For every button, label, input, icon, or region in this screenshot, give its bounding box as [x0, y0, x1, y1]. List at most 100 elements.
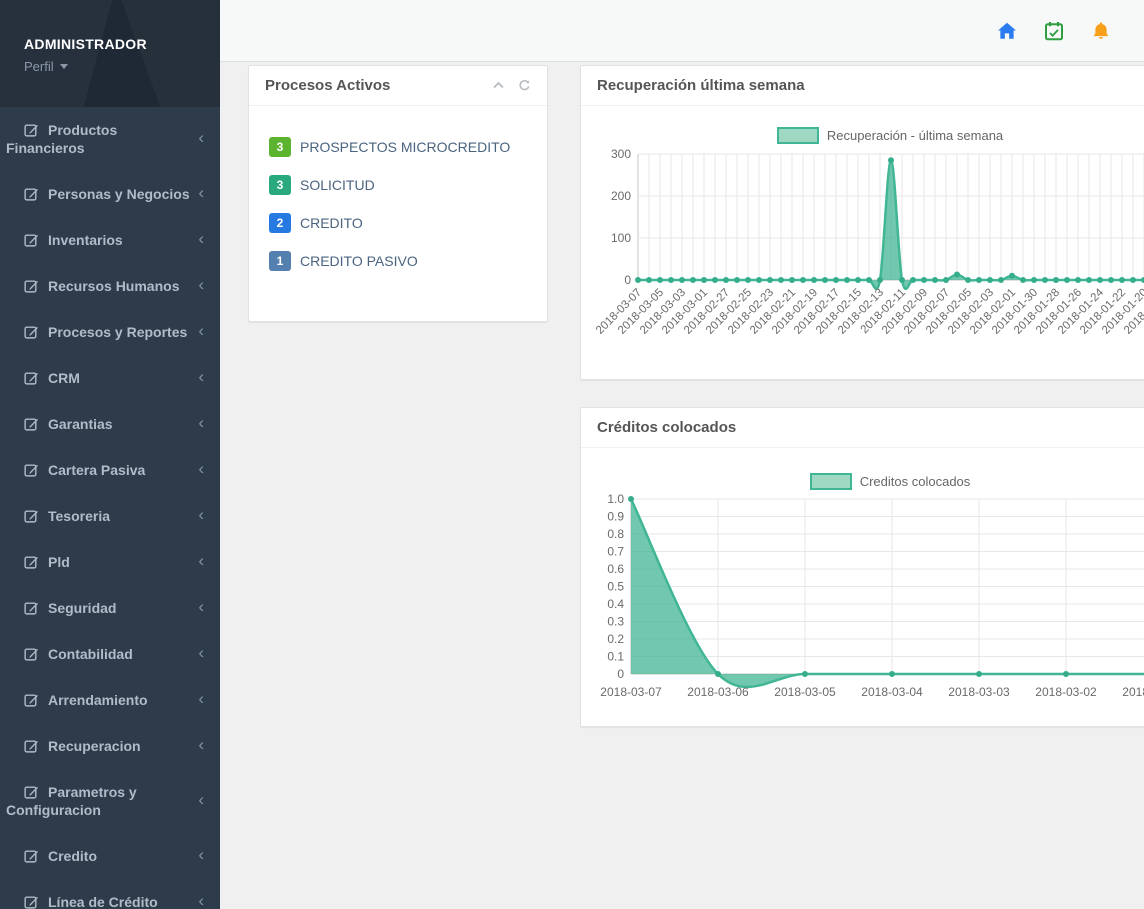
- process-label: PROSPECTOS MICROCREDITO: [300, 139, 510, 155]
- chevron-left-icon: ‹: [198, 738, 204, 752]
- process-count-badge: 1: [269, 251, 291, 271]
- sidebar-item-procesos-y-reportes[interactable]: Procesos y Reportes ‹: [0, 309, 220, 355]
- process-item-prospectos-microcredito[interactable]: 3 PROSPECTOS MICROCREDITO: [269, 128, 547, 166]
- sidebar-item-label: Credito: [48, 848, 97, 864]
- sidebar-item-garantias[interactable]: Garantias ‹: [0, 401, 220, 447]
- panel-header: Recuperación última semana: [581, 66, 1144, 106]
- refresh-icon[interactable]: [518, 79, 531, 92]
- svg-text:0: 0: [624, 273, 631, 287]
- sidebar-item-recuperacion[interactable]: Recuperacion ‹: [0, 723, 220, 769]
- panel-title: Recuperación última semana: [597, 77, 805, 94]
- admin-title: ADMINISTRADOR: [24, 36, 220, 52]
- sidebar-menu: Productos Financieros‹Personas y Negocio…: [0, 107, 220, 909]
- sidebar-item-label: Contabilidad: [48, 646, 133, 662]
- chevron-left-icon: ‹: [198, 600, 204, 614]
- sidebar-item-crm[interactable]: CRM‹: [0, 355, 220, 401]
- svg-text:0.4: 0.4: [607, 597, 624, 611]
- sidebar-item-arrendamiento[interactable]: Arrendamiento‹: [0, 677, 220, 723]
- sidebar-item-personas-y-negocios[interactable]: Personas y Negocios‹: [0, 171, 220, 217]
- edit-icon: [24, 416, 39, 431]
- process-count-badge: 2: [269, 213, 291, 233]
- main-area: Procesos Activos 3 PROSPECTOS MICROCREDIT…: [220, 0, 1144, 909]
- profile-dropdown[interactable]: Perfil: [24, 59, 220, 74]
- calendar-check-icon[interactable]: [1044, 21, 1064, 41]
- edit-icon: [24, 232, 39, 247]
- edit-icon: [24, 508, 39, 523]
- svg-text:2018-03-04: 2018-03-04: [861, 685, 923, 699]
- chart-legend[interactable]: Recuperación - última semana: [581, 126, 1144, 144]
- home-icon[interactable]: [997, 21, 1017, 41]
- panel-header: Créditos colocados: [581, 408, 1144, 448]
- chevron-left-icon: ‹: [198, 894, 204, 908]
- svg-text:0.8: 0.8: [607, 527, 624, 541]
- creditos-colocados-svg: 1.00.90.80.70.60.50.40.30.20.102018-03-0…: [581, 492, 1144, 707]
- sidebar-item-tesoreria[interactable]: Tesoreria‹: [0, 493, 220, 539]
- topbar: [220, 0, 1144, 62]
- sidebar-item-contabilidad[interactable]: Contabilidad‹: [0, 631, 220, 677]
- sidebar-item-credito[interactable]: Credito ‹: [0, 833, 220, 879]
- sidebar-item-label: Inventarios: [48, 232, 123, 248]
- sidebar-item-recursos-humanos[interactable]: Recursos Humanos ‹: [0, 263, 220, 309]
- recuperacion-chart: 30020010002018-03-072018-03-052018-03-03…: [581, 148, 1144, 348]
- panel-header: Procesos Activos: [249, 66, 547, 106]
- sidebar-item-inventarios[interactable]: Inventarios‹: [0, 217, 220, 263]
- sidebar-item-label: Línea de Crédito: [48, 894, 158, 909]
- svg-text:0.2: 0.2: [607, 632, 624, 646]
- svg-text:200: 200: [611, 189, 631, 203]
- legend-label: Recuperación - última semana: [827, 128, 1003, 143]
- svg-text:0.5: 0.5: [607, 580, 624, 594]
- svg-text:0.9: 0.9: [607, 510, 624, 524]
- svg-text:1.0: 1.0: [607, 492, 624, 506]
- legend-swatch: [810, 473, 852, 490]
- bell-icon[interactable]: [1091, 21, 1111, 41]
- edit-icon: [24, 784, 39, 799]
- process-count-badge: 3: [269, 137, 291, 157]
- chevron-up-icon[interactable]: [492, 79, 505, 92]
- sidebar-item-l-nea-de-cr-dito[interactable]: Línea de Crédito ‹: [0, 879, 220, 909]
- sidebar-item-label: Cartera Pasiva: [48, 462, 145, 478]
- chevron-left-icon: ‹: [198, 416, 204, 430]
- svg-text:0.7: 0.7: [607, 545, 624, 559]
- process-count-badge: 3: [269, 175, 291, 195]
- legend-label: Creditos colocados: [860, 474, 971, 489]
- panel-title: Procesos Activos: [265, 77, 390, 94]
- process-list: 3PROSPECTOS MICROCREDITO3SOLICITUD2CREDI…: [249, 106, 547, 280]
- recuperacion-ultima-semana-svg: 30020010002018-03-072018-03-052018-03-03…: [581, 148, 1144, 348]
- chart-legend[interactable]: Creditos colocados: [581, 472, 1144, 490]
- process-item-solicitud[interactable]: 3 SOLICITUD: [269, 166, 547, 204]
- edit-icon: [24, 462, 39, 477]
- sidebar-item-cartera-pasiva[interactable]: Cartera Pasiva‹: [0, 447, 220, 493]
- chevron-left-icon: ‹: [198, 508, 204, 522]
- sidebar-item-seguridad[interactable]: Seguridad‹: [0, 585, 220, 631]
- sidebar-item-label: Recursos Humanos: [48, 278, 179, 294]
- edit-icon: [24, 370, 39, 385]
- svg-text:0.3: 0.3: [607, 615, 624, 629]
- edit-icon: [24, 278, 39, 293]
- chevron-left-icon: ‹: [198, 793, 204, 807]
- process-label: SOLICITUD: [300, 177, 375, 193]
- svg-text:0.6: 0.6: [607, 562, 624, 576]
- chevron-left-icon: ‹: [198, 186, 204, 200]
- process-item-credito[interactable]: 2CREDITO: [269, 204, 547, 242]
- edit-icon: [24, 324, 39, 339]
- sidebar-item-pld[interactable]: Pld‹: [0, 539, 220, 585]
- edit-icon: [24, 738, 39, 753]
- sidebar: ADMINISTRADOR Perfil Productos Financier…: [0, 0, 220, 909]
- process-label: CREDITO PASIVO: [300, 253, 418, 269]
- sidebar-item-label: Recuperacion: [48, 738, 141, 754]
- sidebar-item-label: Pld: [48, 554, 70, 570]
- sidebar-item-label: CRM: [48, 370, 80, 386]
- sidebar-item-label: Productos Financieros: [6, 122, 117, 156]
- chevron-left-icon: ‹: [198, 278, 204, 292]
- chevron-left-icon: ‹: [198, 692, 204, 706]
- edit-icon: [24, 646, 39, 661]
- sidebar-item-label: Procesos y Reportes: [48, 324, 187, 340]
- sidebar-item-label: Garantias: [48, 416, 113, 432]
- chevron-left-icon: ‹: [198, 848, 204, 862]
- svg-text:2018-03-02: 2018-03-02: [1035, 685, 1097, 699]
- edit-icon: [24, 600, 39, 615]
- process-item-credito-pasivo[interactable]: 1 CREDITO PASIVO: [269, 242, 547, 280]
- sidebar-item-productos-financieros[interactable]: Productos Financieros‹: [0, 107, 220, 171]
- sidebar-item-parametros-y-configuracion[interactable]: Parametros y Configuracion‹: [0, 769, 220, 833]
- chevron-left-icon: ‹: [198, 324, 204, 338]
